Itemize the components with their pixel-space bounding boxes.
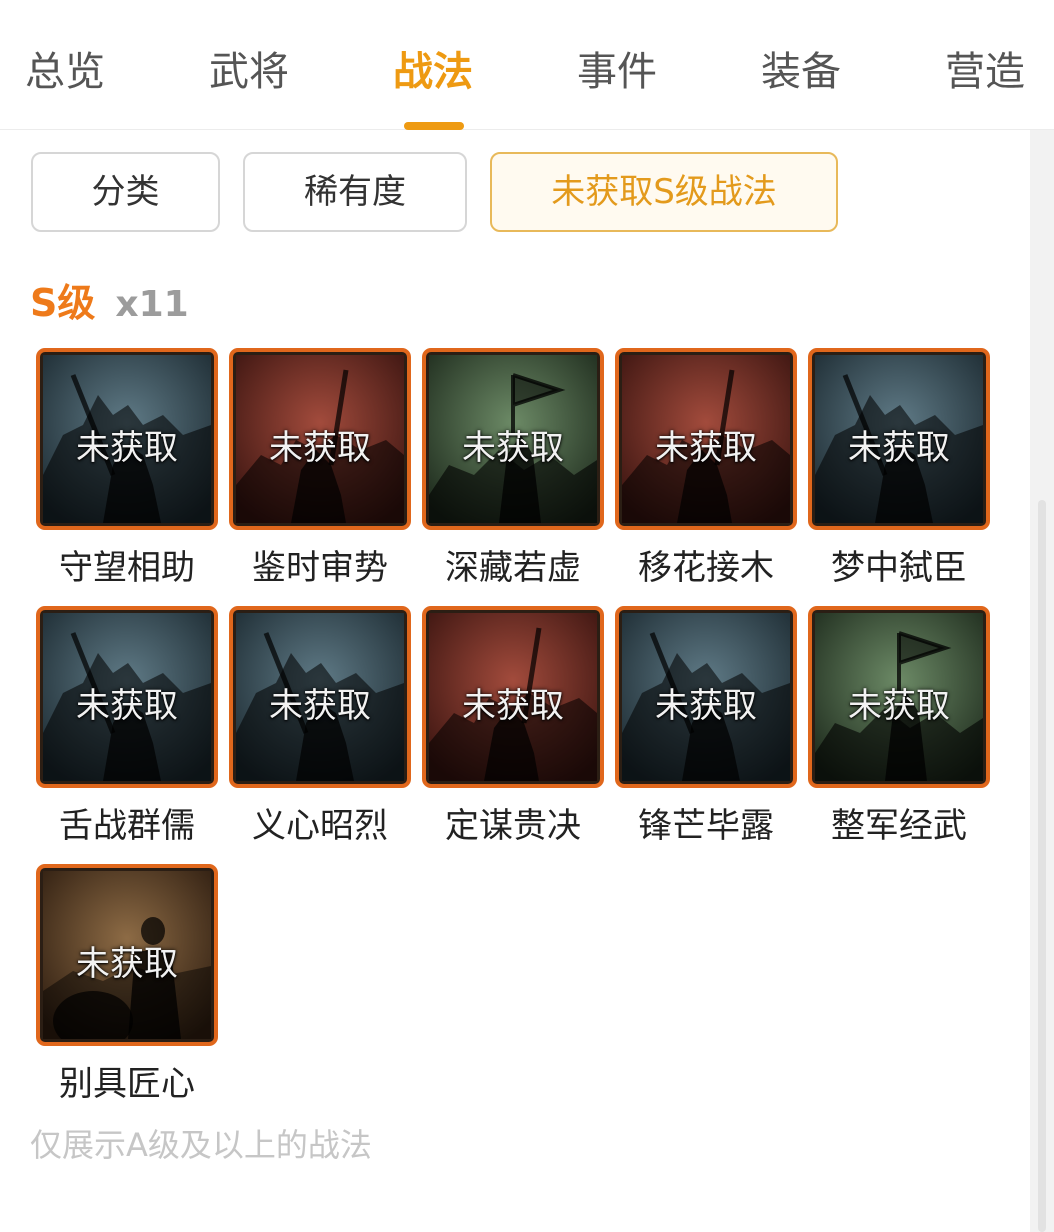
skill-name: 整军经武 [831,806,967,846]
skill-art-image [236,355,404,523]
tab-generals[interactable]: 武将 [164,42,334,102]
skill-art-image [622,355,790,523]
skill-icon-frame[interactable]: 未获取 [422,348,604,530]
skill-name: 定谋贵决 [445,806,581,846]
top-tab-bar: 总览 武将 战法 事件 装备 营造 [0,0,1054,130]
filter-unobtained-s-button[interactable]: 未获取S级战法 [490,152,838,232]
skill-art-image [429,613,597,781]
skill-name: 守望相助 [59,548,195,588]
skill-name: 义心昭烈 [252,806,388,846]
skill-name: 鉴时审势 [252,548,388,588]
skill-icon-frame[interactable]: 未获取 [36,348,218,530]
skill-icon-frame[interactable]: 未获取 [422,606,604,788]
skill-icon-frame[interactable]: 未获取 [36,606,218,788]
skill-icon-frame[interactable]: 未获取 [229,606,411,788]
section-grade: S级 [30,281,96,325]
skill-art-image [43,613,211,781]
skill-name: 锋芒毕露 [638,806,774,846]
skill-icon-frame[interactable]: 未获取 [615,348,797,530]
skill-art-image [236,613,404,781]
skill-icon-frame[interactable]: 未获取 [36,864,218,1046]
skill-art-image [622,613,790,781]
skill-icon-frame[interactable]: 未获取 [808,606,990,788]
tab-construction[interactable]: 营造 [900,42,1054,102]
section-count: x11 [115,284,189,325]
skill-art-image [815,613,983,781]
skill-name: 舌战群儒 [59,806,195,846]
skill-name: 别具匠心 [59,1064,195,1104]
tab-overview[interactable]: 总览 [0,42,150,102]
tab-events[interactable]: 事件 [532,42,702,102]
skill-name: 梦中弑臣 [831,548,967,588]
active-tab-indicator [404,122,464,130]
skill-icon-frame[interactable]: 未获取 [808,348,990,530]
section-header: S级 x11 [30,275,189,331]
skill-art-image [43,355,211,523]
filter-rarity-button[interactable]: 稀有度 [243,152,467,232]
scrollbar-thumb[interactable] [1038,500,1046,1232]
skill-art-image [429,355,597,523]
skill-art-image [43,871,211,1042]
skill-icon-frame[interactable]: 未获取 [615,606,797,788]
skill-name: 深藏若虚 [445,548,581,588]
skill-name: 移花接木 [638,548,774,588]
filter-category-button[interactable]: 分类 [31,152,220,232]
footer-note: 仅展示A级及以上的战法 [30,1126,372,1164]
skill-icon-frame[interactable]: 未获取 [229,348,411,530]
skill-art-image [815,355,983,523]
tab-tactics[interactable]: 战法 [348,42,518,102]
tab-equipment[interactable]: 装备 [716,42,886,102]
